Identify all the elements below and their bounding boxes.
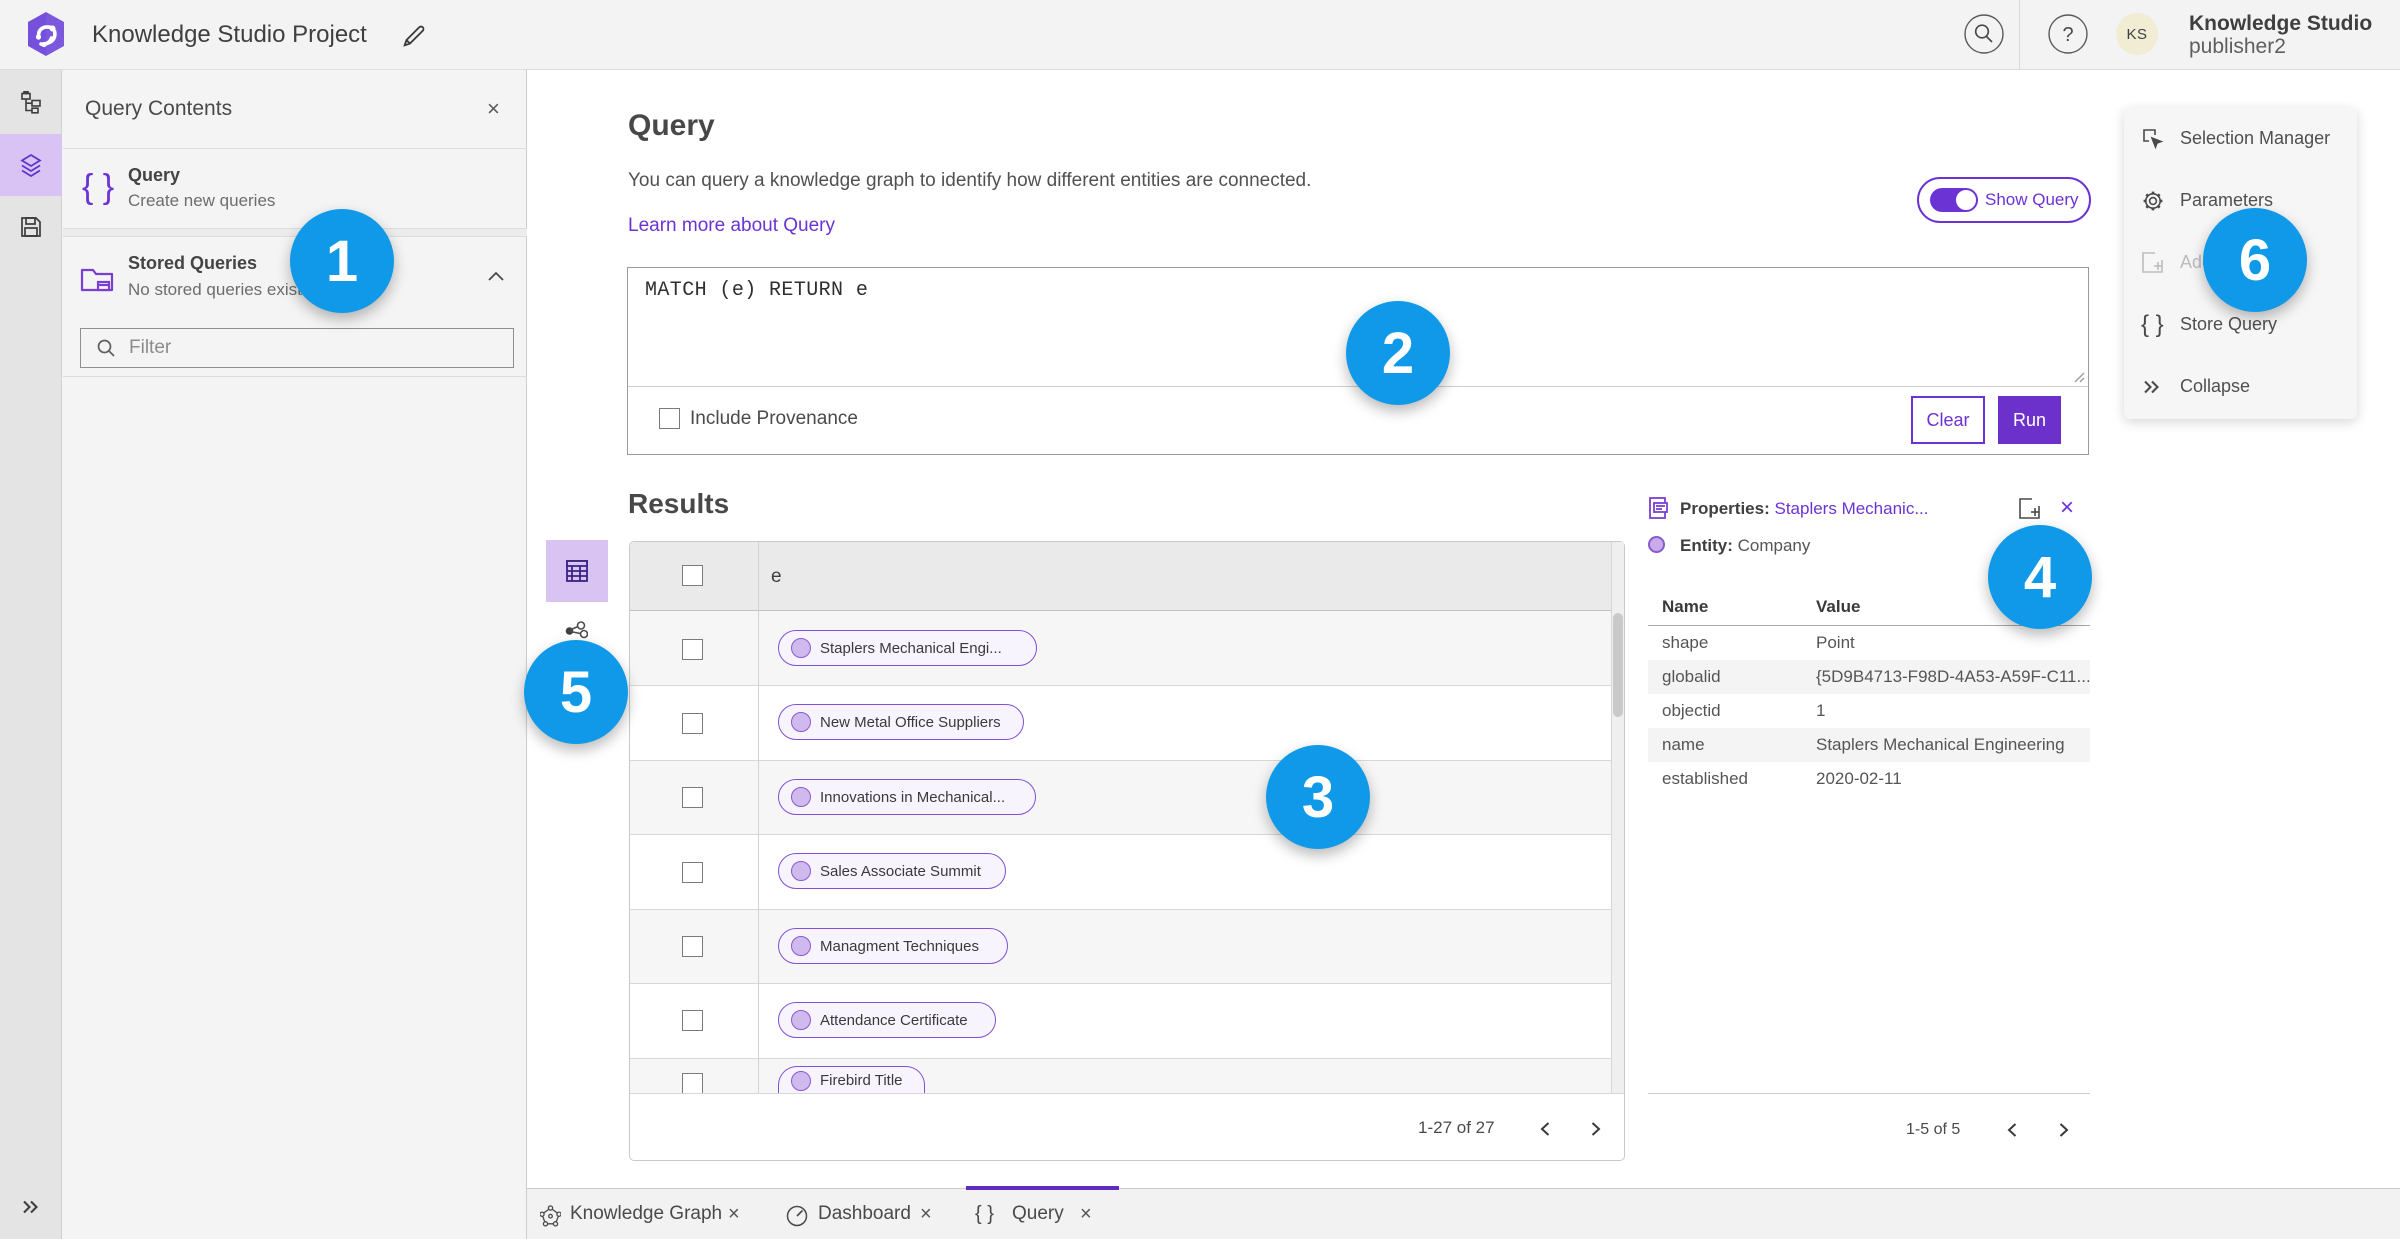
svg-text:?: ? (2062, 24, 2073, 46)
